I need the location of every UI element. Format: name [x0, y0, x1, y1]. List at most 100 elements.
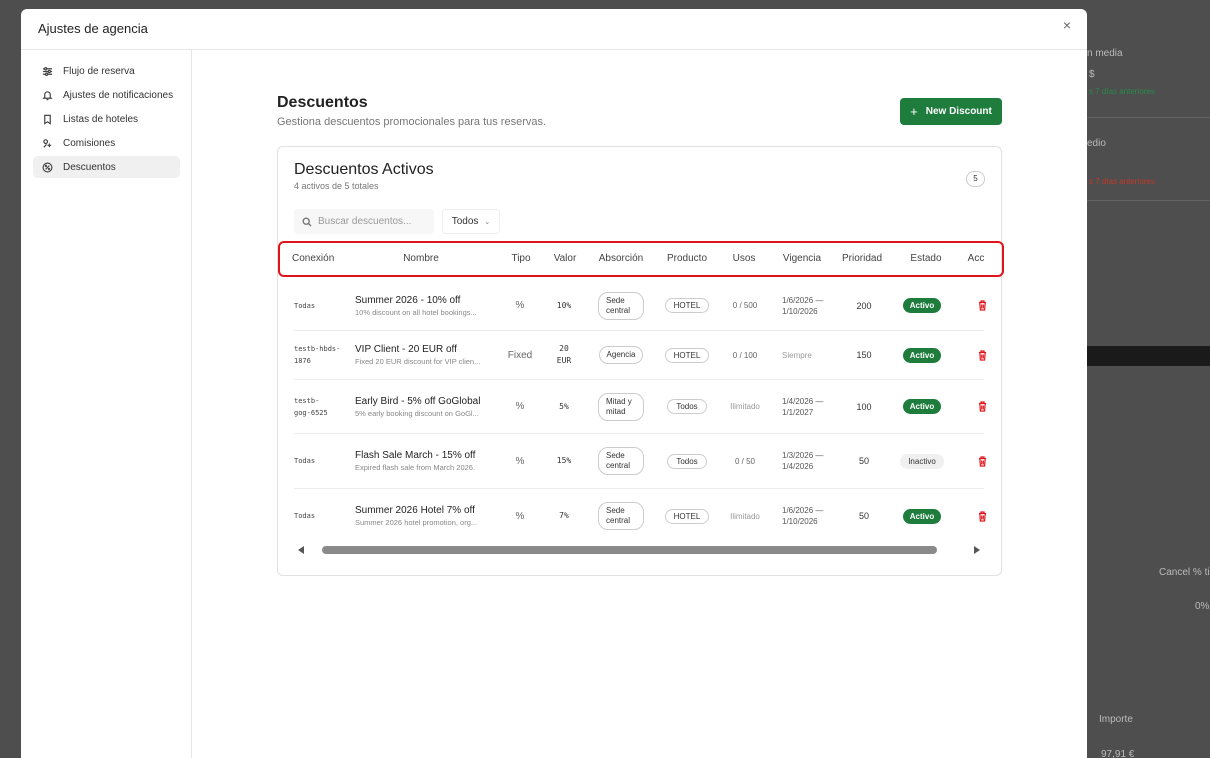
status-badge: Activo: [902, 399, 942, 414]
card-subtitle: 4 activos de 5 totales: [294, 181, 379, 191]
cell-estado: Activo: [898, 281, 946, 330]
sidebar-item-flujo-reserva[interactable]: Flujo de reserva: [33, 60, 180, 82]
search-box[interactable]: [294, 209, 434, 234]
bg-text: edio: [1087, 138, 1106, 149]
cell-valor: 15%: [556, 456, 572, 465]
cell-estado: Activo: [898, 380, 946, 433]
cell-producto: HOTEL: [664, 331, 710, 379]
agency-settings-modal: Ajustes de agencia × Flujo de reserva Aj…: [21, 9, 1087, 758]
cell-absorcion: Sede central: [596, 489, 646, 543]
discount-name: Flash Sale March - 15% off: [355, 450, 476, 461]
cell-estado: Activo: [898, 489, 946, 543]
sidebar-item-label: Ajustes de notificaciones: [63, 89, 174, 101]
bg-text: 97,91 €: [1101, 749, 1135, 758]
cell-tipo: %: [515, 300, 525, 311]
background-right-panel: n media $ s 7 días anteriores edio s 7 d…: [1087, 0, 1210, 758]
horizontal-scrollbar[interactable]: [294, 543, 984, 557]
discount-name: Summer 2026 - 10% off: [355, 294, 461, 306]
close-icon[interactable]: ×: [1059, 17, 1075, 33]
cell-usos: Ilimitado: [730, 402, 760, 411]
table-row[interactable]: testb-hbds-1876 VIP Client - 20 EUR off …: [294, 331, 986, 380]
plus-icon: +: [910, 104, 918, 119]
sliders-icon: [41, 65, 53, 77]
cell-prioridad: 100: [856, 401, 872, 412]
new-discount-label: New Discount: [925, 106, 992, 117]
sidebar-item-notificaciones[interactable]: Ajustes de notificaciones: [33, 84, 180, 106]
header-highlight-box: [278, 241, 1004, 277]
status-filter-select[interactable]: Todos ⌄: [442, 209, 500, 234]
table-row[interactable]: Todas Summer 2026 Hotel 7% off Summer 20…: [294, 489, 986, 543]
status-badge: Activo: [902, 508, 942, 524]
table-row[interactable]: Todas Summer 2026 - 10% off 10% discount…: [294, 281, 986, 331]
scroll-right-arrow-icon[interactable]: [974, 546, 980, 554]
cell-prioridad: 150: [856, 350, 872, 360]
sidebar-item-label: Flujo de reserva: [63, 65, 135, 77]
sidebar-item-label: Descuentos: [63, 161, 116, 173]
absorcion-pill: Sede central: [598, 447, 644, 475]
cell-absorcion: Sede central: [596, 281, 646, 330]
cell-valor: 5%: [559, 401, 569, 411]
sidebar-item-label: Comisiones: [63, 137, 116, 149]
cell-estado: Activo: [898, 331, 946, 379]
cell-conexion: Todas: [294, 512, 316, 520]
cell-producto: Todos: [664, 434, 710, 488]
discount-description: Summer 2026 hotel promotion, org...: [355, 518, 478, 527]
delete-button[interactable]: [976, 489, 988, 543]
cell-usos: 0 / 500: [732, 301, 758, 310]
delete-button[interactable]: [976, 434, 988, 488]
discount-description: Fixed 20 EUR discount for VIP clien...: [355, 357, 481, 366]
producto-pill: Todos: [667, 399, 707, 414]
new-discount-button[interactable]: + New Discount: [900, 98, 1002, 125]
delete-button[interactable]: [976, 331, 988, 379]
discount-name: Summer 2026 Hotel 7% off: [355, 505, 475, 516]
sidebar-item-listas-hoteles[interactable]: Listas de hoteles: [33, 108, 180, 130]
search-input[interactable]: [318, 216, 428, 227]
scroll-left-arrow-icon[interactable]: [298, 546, 304, 554]
discount-description: 10% discount on all hotel bookings...: [355, 307, 477, 317]
cell-producto: HOTEL: [664, 281, 710, 330]
trash-icon: [978, 401, 986, 412]
status-badge: Inactivo: [900, 453, 944, 469]
producto-pill: Todos: [667, 453, 707, 469]
modal-header: Ajustes de agencia ×: [21, 9, 1087, 50]
cell-producto: Todos: [664, 380, 710, 433]
active-discounts-card: Descuentos Activos 4 activos de 5 totale…: [277, 146, 1004, 576]
absorcion-pill: Sede central: [598, 291, 644, 320]
cell-valor: 7%: [559, 511, 569, 520]
cell-conexion: Todas: [294, 301, 316, 310]
page-subtitle: Gestiona descuentos promocionales para t…: [277, 116, 547, 128]
sidebar-item-label: Listas de hoteles: [63, 113, 139, 125]
delete-button[interactable]: [976, 380, 988, 433]
status-badge: Activo: [902, 298, 942, 313]
discount-name: VIP Client - 20 EUR off: [355, 344, 457, 355]
discount-name: Early Bird - 5% off GoGlobal: [355, 395, 481, 407]
cell-absorcion: Mitad y mitad: [596, 380, 646, 433]
table-row[interactable]: Todas Flash Sale March - 15% off Expired…: [294, 434, 986, 489]
bookmark-icon: [41, 113, 53, 125]
cell-tipo: Fixed: [507, 349, 533, 361]
status-badge: Activo: [902, 347, 942, 363]
cell-usos: Ilimitado: [730, 511, 760, 521]
cell-nombre: Early Bird - 5% off GoGlobal 5% early bo…: [355, 380, 495, 433]
trash-icon: [978, 300, 986, 311]
table-row[interactable]: testb-gog-6525 Early Bird - 5% off GoGlo…: [294, 380, 986, 434]
cell-vigencia: Siempre: [782, 350, 812, 360]
count-badge: 5: [966, 171, 985, 187]
cell-absorcion: Sede central: [596, 434, 646, 488]
producto-pill: HOTEL: [664, 298, 710, 313]
absorcion-pill: Mitad y mitad: [598, 392, 644, 421]
discount-description: 5% early booking discount on GoGl...: [355, 408, 479, 418]
settings-content: Descuentos Gestiona descuentos promocion…: [193, 50, 1087, 758]
sidebar-item-comisiones[interactable]: Comisiones: [33, 132, 180, 154]
cell-nombre: VIP Client - 20 EUR off Fixed 20 EUR dis…: [355, 331, 495, 379]
delete-button[interactable]: [976, 281, 988, 330]
bg-text: s 7 días anteriores: [1089, 177, 1155, 186]
chevron-down-icon: ⌄: [484, 218, 491, 226]
discounts-table-body: Todas Summer 2026 - 10% off 10% discount…: [294, 281, 986, 543]
sidebar-item-descuentos[interactable]: Descuentos: [33, 156, 180, 178]
cell-vigencia: 1/6/2026 — 1/10/2026: [782, 295, 824, 316]
bg-text: s 7 días anteriores: [1089, 87, 1155, 96]
filter-value: Todos: [451, 216, 479, 227]
cell-prioridad: 50: [858, 456, 869, 466]
scrollbar-thumb[interactable]: [322, 546, 937, 554]
